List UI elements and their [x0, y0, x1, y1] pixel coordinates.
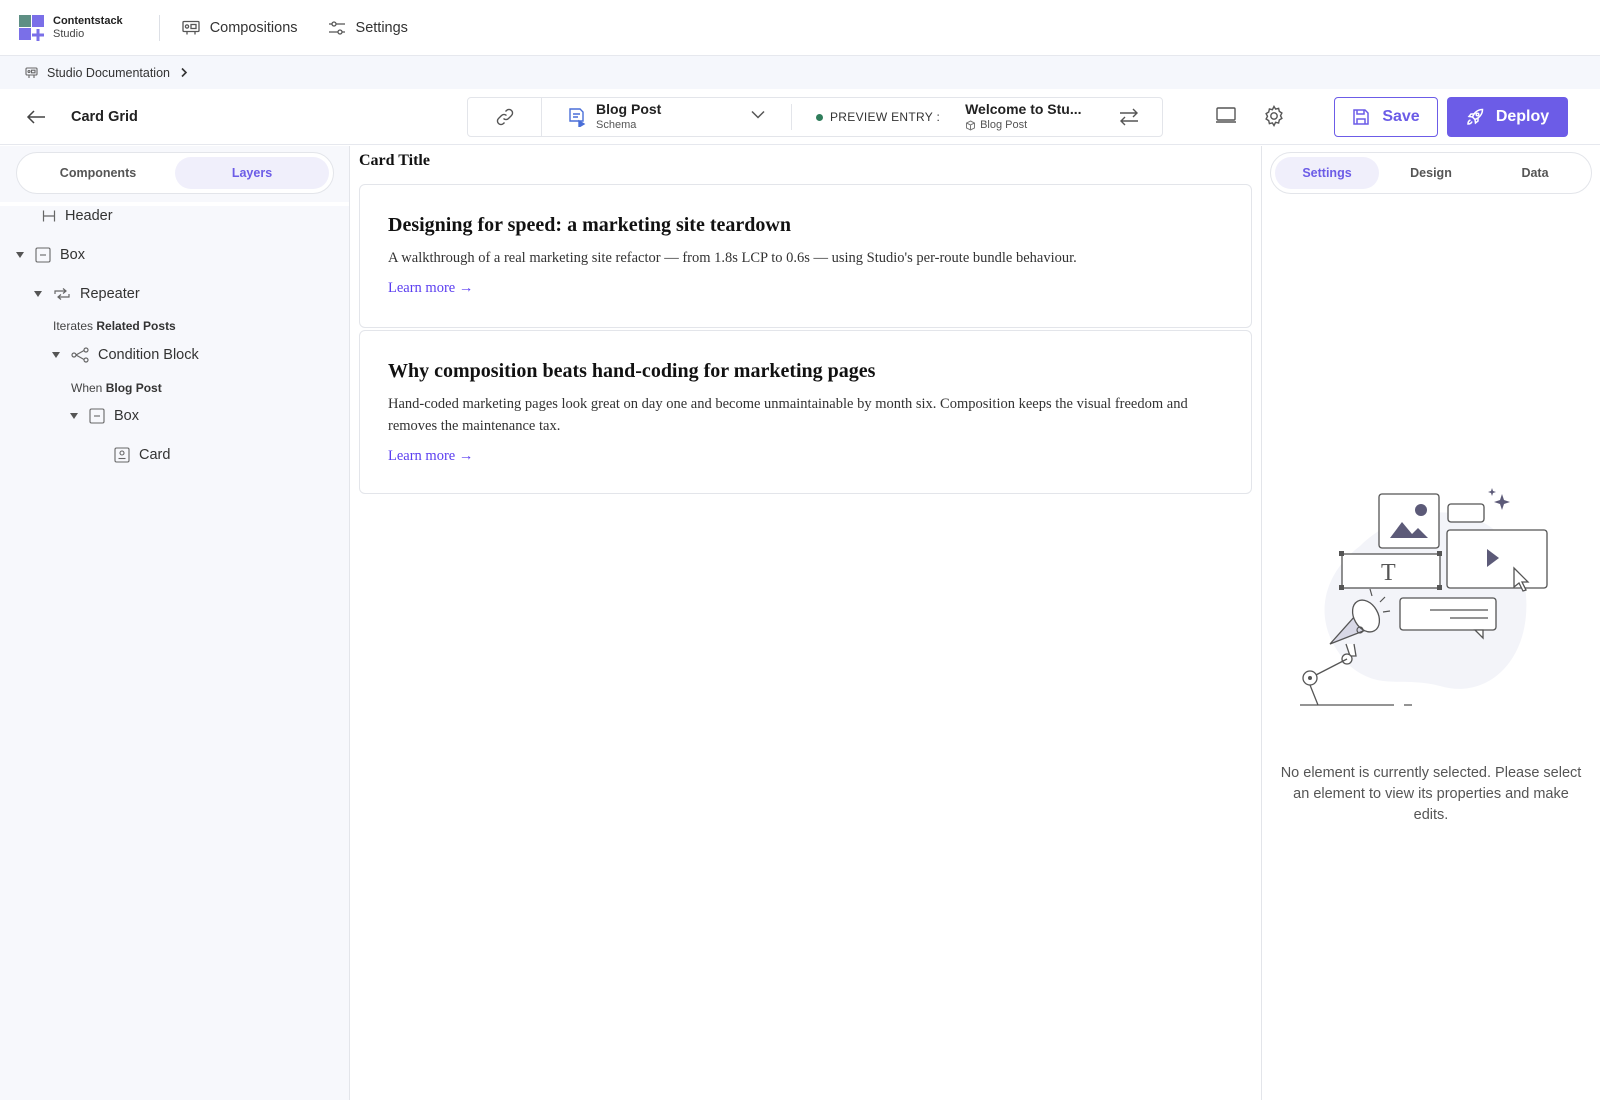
project-icon [25, 66, 38, 78]
tab-components[interactable]: Components [21, 157, 175, 189]
layer-repeater[interactable]: Repeater [34, 286, 140, 302]
card-grid-heading[interactable]: Card Title [359, 152, 430, 170]
empty-state-message: No element is currently selected. Please… [1280, 765, 1582, 823]
chevron-right-icon[interactable] [180, 67, 188, 78]
box-icon [89, 408, 105, 424]
layer-label: Box [114, 408, 139, 424]
tab-layers[interactable]: Layers [175, 157, 329, 189]
tab-design[interactable]: Design [1379, 157, 1483, 189]
card-link[interactable]: Learn more → [388, 448, 473, 465]
card-link[interactable]: Learn more → [388, 280, 473, 297]
preview-status-dot [816, 113, 823, 121]
compositions-icon [182, 20, 200, 34]
brand-logo[interactable]: Contentstack Studio [19, 14, 123, 41]
save-icon [1353, 109, 1370, 125]
schema-preview-group: Blog Post Schema PREVIEW ENTRY : Welcome… [467, 97, 1163, 137]
deploy-button[interactable]: Deploy [1447, 97, 1568, 137]
gear-icon [1265, 105, 1283, 127]
condition-meta-value: Blog Post [105, 381, 162, 395]
layer-box-nested[interactable]: Box [70, 408, 139, 424]
layer-condition-meta: When Blog Post [71, 381, 162, 395]
schema-icon [569, 108, 586, 127]
link-button[interactable] [468, 98, 542, 136]
breadcrumb-project[interactable]: Studio Documentation [47, 66, 170, 80]
repeater-meta-value: Related Posts [96, 319, 176, 333]
link-icon [496, 108, 513, 126]
right-panel: Settings Design Data T No element is cur… [1261, 146, 1600, 1100]
swap-entry-button[interactable] [1118, 107, 1140, 132]
arrow-left-icon [26, 109, 45, 124]
nav-settings[interactable]: Settings [328, 20, 408, 36]
illustration-text-glyph: T [1381, 560, 1396, 586]
breadcrumb: Studio Documentation [0, 56, 1600, 89]
page-title: Card Grid [71, 108, 138, 125]
contentstack-logo-icon [19, 14, 45, 41]
brand-name: Contentstack [53, 14, 123, 27]
empty-state-illustration: T [1300, 488, 1548, 706]
schema-subtitle: Schema [596, 119, 637, 131]
layer-label: Repeater [80, 286, 140, 302]
card-title: Why composition beats hand-coding for ma… [388, 360, 876, 382]
editor-toolbar: Card Grid Blog Post Schema PREVIEW ENTRY… [0, 89, 1600, 145]
schema-title: Blog Post [596, 101, 662, 117]
caret-down-icon[interactable] [16, 252, 24, 258]
schema-selector[interactable]: Blog Post Schema [542, 101, 792, 131]
layer-card[interactable]: Card [114, 447, 170, 463]
save-button[interactable]: Save [1334, 97, 1438, 137]
back-button[interactable] [25, 106, 47, 128]
tab-data[interactable]: Data [1483, 157, 1587, 189]
layer-label: Box [60, 247, 85, 263]
left-panel-tabs: Components Layers [16, 152, 334, 194]
laptop-icon [1216, 107, 1236, 123]
layer-repeater-meta: Iterates Related Posts [53, 319, 176, 333]
page-settings-button[interactable] [1263, 105, 1285, 132]
sliders-icon [328, 20, 345, 35]
preview-entry-title: Welcome to Stu... [965, 101, 1082, 117]
card-item[interactable]: Designing for speed: a marketing site te… [359, 184, 1252, 328]
nav-compositions[interactable]: Compositions [182, 20, 298, 36]
layer-label: Condition Block [98, 347, 199, 363]
card-icon [114, 447, 130, 463]
right-panel-tabs: Settings Design Data [1270, 152, 1592, 194]
preview-entry-selector[interactable]: PREVIEW ENTRY : Welcome to Stu... Blog P… [792, 98, 1162, 136]
tab-settings[interactable]: Settings [1275, 157, 1379, 189]
repeater-meta-prefix: Iterates [53, 319, 94, 333]
condition-meta-prefix: When [71, 381, 103, 395]
repeater-icon [53, 287, 71, 301]
brand-product: Studio [53, 27, 85, 40]
header-icon [42, 209, 56, 223]
canvas: Card Title Designing for speed: a market… [351, 146, 1261, 1100]
caret-down-icon[interactable] [52, 352, 60, 358]
deploy-label: Deploy [1495, 108, 1550, 125]
layer-condition-block[interactable]: Condition Block [52, 347, 199, 363]
nav-compositions-label: Compositions [209, 19, 298, 36]
nav-divider [158, 14, 160, 41]
left-panel: Components Layers Header Box Repeater It… [0, 146, 350, 1100]
condition-icon [71, 347, 89, 363]
preview-entry-label: PREVIEW ENTRY : [830, 110, 941, 124]
layer-header[interactable]: Header [42, 208, 113, 224]
rocket-icon [1467, 108, 1484, 125]
chevron-down-icon [751, 110, 765, 119]
caret-down-icon[interactable] [70, 413, 78, 419]
card-body: Hand-coded marketing pages look great on… [388, 396, 1188, 434]
preview-entry-type: Blog Post [980, 119, 1028, 131]
caret-down-icon[interactable] [34, 291, 42, 297]
device-preview-button[interactable] [1215, 105, 1237, 130]
card-body: A walkthrough of a real marketing site r… [388, 250, 1077, 266]
content-type-icon [966, 119, 976, 131]
nav-settings-label: Settings [355, 19, 408, 36]
card-item[interactable]: Why composition beats hand-coding for ma… [359, 330, 1252, 494]
layer-label: Header [65, 208, 113, 224]
save-label: Save [1382, 108, 1420, 125]
top-nav: Contentstack Studio Compositions Setting… [0, 0, 1600, 56]
tabs-divider [0, 202, 349, 206]
layer-label: Card [139, 447, 171, 463]
card-title: Designing for speed: a marketing site te… [388, 214, 791, 236]
layer-box[interactable]: Box [16, 247, 85, 263]
box-icon [35, 247, 51, 263]
swap-icon [1120, 108, 1138, 126]
